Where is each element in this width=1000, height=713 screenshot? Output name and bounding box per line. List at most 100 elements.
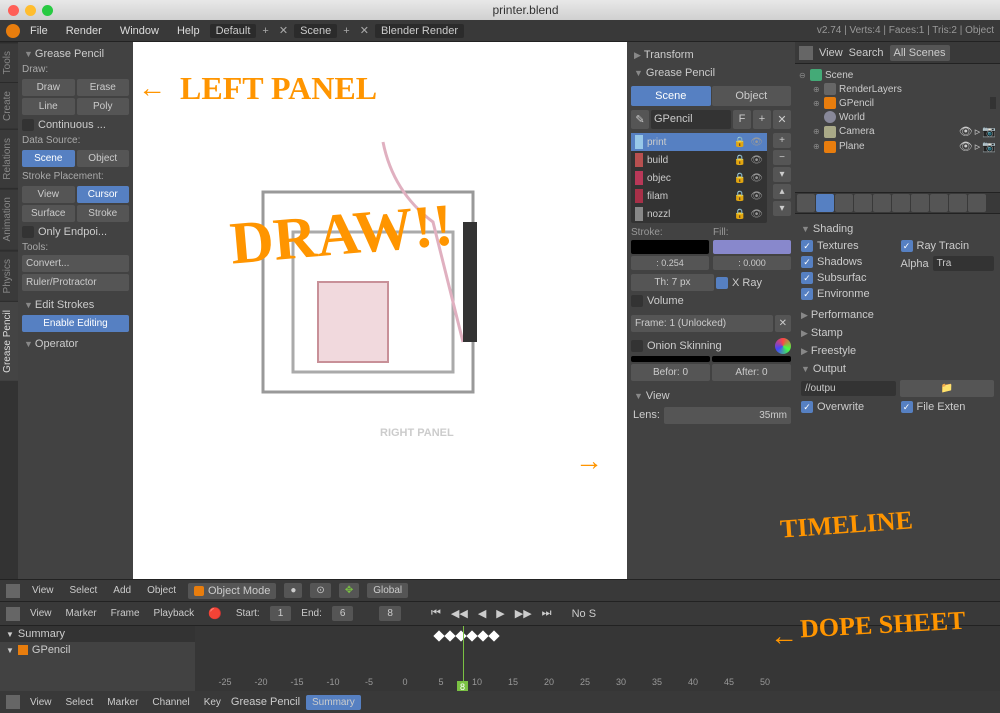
scene-select[interactable]: Scene [294, 24, 337, 38]
stroke-color-swatch[interactable] [631, 240, 709, 254]
play-button[interactable]: ▶ [492, 605, 508, 622]
overwrite-checkbox[interactable] [801, 401, 813, 413]
xray-checkbox[interactable] [716, 277, 728, 289]
layer-row[interactable]: nozzl🔒👁 [631, 205, 767, 223]
view-menu[interactable]: View [28, 583, 58, 598]
continuous-checkbox[interactable] [22, 119, 34, 131]
placement-view-button[interactable]: View [22, 186, 75, 203]
stroke-alpha-field[interactable]: : 0.254 [631, 256, 709, 270]
tab-tools[interactable]: Tools [0, 42, 18, 82]
menu-window[interactable]: Window [112, 23, 167, 39]
dopesheet-editor-icon[interactable] [6, 695, 20, 709]
eye-icon[interactable]: 👁 [959, 125, 973, 138]
summary-toggle[interactable]: Summary [306, 695, 361, 710]
mode-select[interactable]: Object Mode [188, 583, 276, 599]
thickness-field[interactable]: Th: 7 px [631, 274, 714, 291]
view-panel-header[interactable]: View [631, 387, 791, 405]
3dview-editor-icon[interactable] [6, 584, 20, 598]
tree-item-renderlayers[interactable]: ⊕RenderLayers [799, 82, 996, 96]
menu-file[interactable]: File [22, 23, 56, 39]
proptab-render-layers[interactable] [816, 194, 834, 212]
gp-add-button[interactable]: + [753, 110, 771, 129]
prev-keyframe-button[interactable]: ◀◀ [447, 605, 472, 622]
draw-button[interactable]: Draw [22, 79, 75, 96]
select-menu[interactable]: Select [66, 583, 102, 598]
proptab-render[interactable] [797, 194, 815, 212]
dope-mode-select[interactable]: Grease Pencil [231, 696, 300, 708]
add-menu[interactable]: Add [109, 583, 135, 598]
onion-after-color[interactable] [712, 356, 791, 362]
gp-name-field[interactable]: GPencil [651, 110, 731, 129]
gpencil-channel[interactable]: ▼GPencil [0, 642, 195, 658]
layer-row[interactable]: build🔒👁 [631, 151, 767, 169]
add-layout-icon[interactable]: + [258, 25, 272, 37]
fileexten-checkbox[interactable] [901, 401, 913, 413]
stamp-panel-header[interactable]: Stamp [801, 324, 994, 342]
render-engine-select[interactable]: Blender Render [375, 24, 464, 38]
outliner-view-menu[interactable]: View [819, 47, 843, 59]
autokey-button[interactable]: 🔴 [204, 605, 226, 622]
eye-icon[interactable]: 👁 [959, 140, 973, 153]
placement-stroke-button[interactable]: Stroke [77, 205, 130, 222]
proptab-scene[interactable] [835, 194, 853, 212]
raytracing-checkbox[interactable] [901, 240, 913, 252]
outliner-display-mode[interactable]: All Scenes [890, 45, 950, 61]
layer-row[interactable]: objec🔒👁 [631, 169, 767, 187]
end-frame-field[interactable]: 6 [332, 606, 354, 621]
output-browse-button[interactable]: 📁 [900, 380, 995, 397]
lens-field[interactable]: 35mm [664, 407, 791, 424]
poly-button[interactable]: Poly [77, 98, 130, 115]
timeline-marker-menu[interactable]: Marker [62, 606, 101, 621]
performance-panel-header[interactable]: Performance [801, 306, 994, 324]
next-keyframe-button[interactable]: ▶▶ [511, 605, 536, 622]
layer-remove-button[interactable]: − [773, 150, 791, 165]
layer-move-up-button[interactable]: ▴ [773, 184, 791, 199]
panel-grease-pencil-header[interactable]: Grease Pencil [22, 46, 129, 62]
remove-layout-icon[interactable]: ✕ [275, 24, 292, 37]
gp-datablock-icon[interactable]: ✎ [631, 110, 649, 129]
minimize-window-icon[interactable] [25, 5, 36, 16]
alpha-mode-select[interactable]: Tra [933, 256, 994, 271]
frame-delete-button[interactable]: ✕ [775, 315, 791, 332]
tree-item-camera[interactable]: ⊕Camera👁▹📷 [799, 124, 996, 139]
tree-item-gpencil[interactable]: ⊕GPencil [799, 96, 996, 110]
tab-relations[interactable]: Relations [0, 129, 18, 188]
environment-checkbox[interactable] [801, 288, 813, 300]
3d-viewport[interactable] [133, 42, 627, 579]
subsurface-checkbox[interactable] [801, 272, 813, 284]
screen-layout-select[interactable]: Default [210, 24, 257, 38]
proptab-world[interactable] [854, 194, 872, 212]
timeline-playback-menu[interactable]: Playback [150, 606, 199, 621]
proptab-object[interactable] [873, 194, 891, 212]
gp-scene-tab[interactable]: Scene [631, 86, 711, 106]
sync-mode-select[interactable]: No S [572, 608, 596, 620]
current-frame-field[interactable]: 8 [379, 606, 401, 621]
tab-animation[interactable]: Animation [0, 188, 18, 249]
timeline-editor-icon[interactable] [6, 607, 20, 621]
play-reverse-button[interactable]: ◀ [474, 605, 490, 622]
tab-grease-pencil[interactable]: Grease Pencil [0, 301, 18, 381]
onion-color-icon[interactable] [775, 338, 791, 354]
erase-button[interactable]: Erase [77, 79, 130, 96]
transform-panel-header[interactable]: Transform [631, 46, 791, 64]
summary-channel[interactable]: ▼Summary [0, 626, 195, 642]
layer-row[interactable]: print🔒👁 [631, 133, 767, 151]
tree-item-plane[interactable]: ⊕Plane👁▹📷 [799, 139, 996, 154]
outliner-editor-icon[interactable] [799, 46, 813, 60]
add-scene-icon[interactable]: + [339, 25, 353, 37]
datasource-object-button[interactable]: Object [77, 150, 130, 167]
textures-checkbox[interactable] [801, 240, 813, 252]
gp-panel-header[interactable]: Grease Pencil [631, 64, 791, 82]
start-frame-field[interactable]: 1 [270, 606, 292, 621]
placement-surface-button[interactable]: Surface [22, 205, 75, 222]
shading-select[interactable]: ● [284, 583, 302, 598]
gp-object-tab[interactable]: Object [712, 86, 792, 106]
remove-scene-icon[interactable]: ✕ [356, 24, 373, 37]
proptab-texture[interactable] [968, 194, 986, 212]
onion-before-color[interactable] [631, 356, 710, 362]
panel-operator-header[interactable]: Operator [22, 336, 129, 352]
onion-before-field[interactable]: Befor: 0 [631, 364, 710, 381]
orientation-select[interactable]: Global [367, 583, 408, 598]
tab-create[interactable]: Create [0, 82, 18, 129]
layer-move-down-button[interactable]: ▾ [773, 201, 791, 216]
